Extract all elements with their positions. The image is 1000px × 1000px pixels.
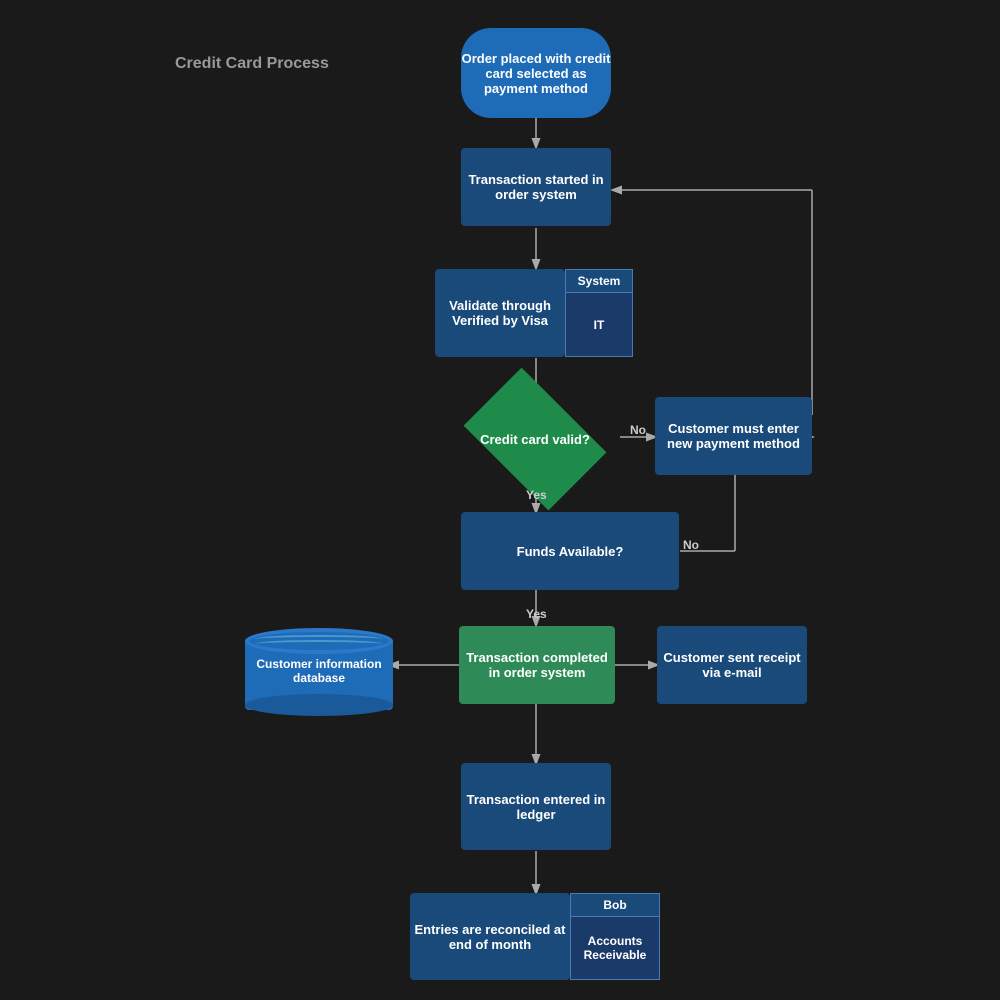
yes1-label: Yes xyxy=(526,488,547,502)
reconcile-swimlane: Bob Accounts Receivable xyxy=(570,893,660,980)
validate-node: Validate through Verified by Visa xyxy=(435,269,565,357)
yes2-label: Yes xyxy=(526,607,547,621)
ledger-node: Transaction entered in ledger xyxy=(461,763,611,850)
validate-swimlane: System IT xyxy=(565,269,633,357)
swimlane-reconcile-bottom: Accounts Receivable xyxy=(571,917,659,979)
start-node: Order placed with credit card selected a… xyxy=(461,28,611,118)
reconcile-node: Entries are reconciled at end of month xyxy=(410,893,570,980)
customer-db-node: Customer information database xyxy=(245,620,393,710)
funds-available-node: Funds Available? xyxy=(461,512,679,590)
swimlane-validate-bottom: IT xyxy=(566,293,632,356)
diagram-title: Credit Card Process xyxy=(175,55,329,73)
no2-label: No xyxy=(683,538,699,552)
new-payment-node: Customer must enter new payment method xyxy=(655,397,812,475)
swimlane-validate-top: System xyxy=(566,270,632,293)
transaction-start-node: Transaction started in order system xyxy=(461,148,611,226)
swimlane-reconcile-top: Bob xyxy=(571,894,659,917)
no1-label: No xyxy=(630,423,646,437)
credit-valid-diamond: Credit card valid? xyxy=(475,398,595,480)
receipt-node: Customer sent receipt via e-mail xyxy=(657,626,807,704)
transaction-complete-node: Transaction completed in order system xyxy=(459,626,615,704)
